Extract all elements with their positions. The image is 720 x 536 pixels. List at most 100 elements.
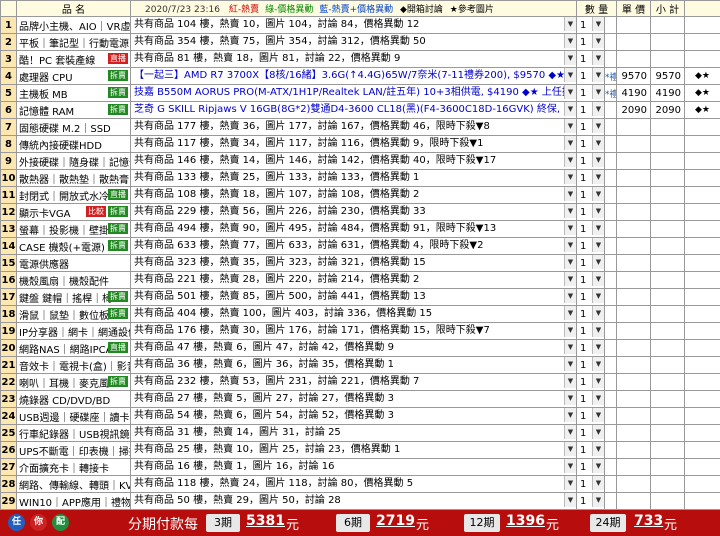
chevron-down-icon[interactable]: ▼ — [564, 408, 576, 422]
chevron-down-icon[interactable]: ▼ — [592, 187, 604, 201]
category-name[interactable]: USB週邊｜硬碟座｜讀卡機 — [16, 407, 131, 425]
quantity-select[interactable]: 1▼ — [576, 237, 605, 255]
chevron-down-icon[interactable]: ▼ — [564, 68, 576, 82]
chevron-down-icon[interactable]: ▼ — [564, 17, 576, 31]
quantity-select[interactable]: 1▼ — [576, 322, 605, 340]
chevron-down-icon[interactable]: ▼ — [564, 119, 576, 133]
chevron-down-icon[interactable]: ▼ — [564, 476, 576, 490]
chevron-down-icon[interactable]: ▼ — [592, 476, 604, 490]
category-name[interactable]: 鍵盤 鍵帽｜搖桿｜椅 拆賣 — [16, 288, 131, 306]
category-tag[interactable]: 直播 — [108, 342, 128, 353]
quantity-select[interactable]: 1▼ — [576, 50, 605, 68]
category-name[interactable]: 主機板 MB 拆賣 — [16, 84, 131, 102]
quantity-select[interactable]: 1▼ — [576, 186, 605, 204]
chevron-down-icon[interactable]: ▼ — [592, 442, 604, 456]
icon-ren[interactable]: 任 — [8, 514, 25, 531]
chevron-down-icon[interactable]: ▼ — [564, 221, 576, 235]
quantity-select[interactable]: 1▼ — [576, 101, 605, 119]
category-name[interactable]: 處理器 CPU 拆賣 — [16, 67, 131, 85]
product-select[interactable]: 共有商品 501 樓，熱賣 85，圖片 500，討論 441，價格異動 13 ▼ — [130, 288, 577, 306]
chevron-down-icon[interactable]: ▼ — [592, 102, 604, 116]
category-name[interactable]: WIN10｜APP應用｜禮物卡 — [16, 492, 131, 510]
chevron-down-icon[interactable]: ▼ — [592, 340, 604, 354]
category-name[interactable]: 介面擴充卡｜轉接卡 — [16, 458, 131, 476]
product-select[interactable]: 共有商品 54 樓，熱賣 6，圖片 54，討論 52，價格異動 3 ▼ — [130, 407, 577, 425]
category-tag[interactable]: 拆賣 — [108, 223, 128, 234]
chevron-down-icon[interactable]: ▼ — [592, 272, 604, 286]
chevron-down-icon[interactable]: ▼ — [592, 170, 604, 184]
product-select[interactable]: 共有商品 177 樓，熱賣 36，圖片 177，討論 167，價格異動 46，限… — [130, 118, 577, 136]
product-select[interactable]: 共有商品 117 樓，熱賣 34，圖片 117，討論 116，價格異動 9，限時… — [130, 135, 577, 153]
chevron-down-icon[interactable]: ▼ — [564, 459, 576, 473]
chevron-down-icon[interactable]: ▼ — [564, 204, 576, 218]
category-name[interactable]: 封閉式｜開放式水冷 直播 — [16, 186, 131, 204]
quantity-select[interactable]: 1▼ — [576, 339, 605, 357]
category-name[interactable]: 音效卡｜電視卡(盒)｜影音 — [16, 356, 131, 374]
category-name[interactable]: CASE 機殼(+電源) 拆賣 — [16, 237, 131, 255]
category-name[interactable]: 行車紀錄器｜USB視訊鏡頭 — [16, 424, 131, 442]
chevron-down-icon[interactable]: ▼ — [564, 34, 576, 48]
chevron-down-icon[interactable]: ▼ — [592, 238, 604, 252]
category-name[interactable]: 機殼風扇｜機殼配件 — [16, 271, 131, 289]
chevron-down-icon[interactable]: ▼ — [592, 323, 604, 337]
category-name[interactable]: 網路NAS｜網路IPCAM 直播 — [16, 339, 131, 357]
chevron-down-icon[interactable]: ▼ — [592, 255, 604, 269]
chevron-down-icon[interactable]: ▼ — [564, 85, 576, 99]
chevron-down-icon[interactable]: ▼ — [564, 442, 576, 456]
quantity-select[interactable]: 1▼ — [576, 220, 605, 238]
chevron-down-icon[interactable]: ▼ — [592, 17, 604, 31]
product-select[interactable]: 共有商品 404 樓，熱賣 100，圖片 403，討論 336，價格異動 15 ▼ — [130, 305, 577, 323]
product-select[interactable]: 共有商品 108 樓，熱賣 18，圖片 107，討論 108，價格異動 2 ▼ — [130, 186, 577, 204]
category-name[interactable]: UPS不斷電｜印表機｜掃描 — [16, 441, 131, 459]
chevron-down-icon[interactable]: ▼ — [564, 425, 576, 439]
chevron-down-icon[interactable]: ▼ — [564, 136, 576, 150]
quantity-select[interactable]: 1▼ — [576, 373, 605, 391]
quantity-select[interactable]: 1▼ — [576, 475, 605, 493]
category-name[interactable]: 品牌小主機、AIO｜VR虛擬 — [16, 16, 131, 34]
chevron-down-icon[interactable]: ▼ — [564, 323, 576, 337]
category-tag[interactable]: 拆賣 — [108, 206, 128, 217]
chevron-down-icon[interactable]: ▼ — [564, 51, 576, 65]
quantity-select[interactable]: 1▼ — [576, 152, 605, 170]
product-select[interactable]: 共有商品 633 樓，熱賣 77，圖片 633，討論 631，價格異動 4，限時… — [130, 237, 577, 255]
chevron-down-icon[interactable]: ▼ — [564, 187, 576, 201]
product-select[interactable]: 共有商品 16 樓，熱賣 1，圖片 16，討論 16 ▼ — [130, 458, 577, 476]
category-name[interactable]: 螢幕｜投影機｜壁掛 拆賣 — [16, 220, 131, 238]
quantity-select[interactable]: 1▼ — [576, 33, 605, 51]
chevron-down-icon[interactable]: ▼ — [592, 425, 604, 439]
chevron-down-icon[interactable]: ▼ — [592, 408, 604, 422]
category-name[interactable]: 喇叭｜耳機｜麥克風 拆賣 — [16, 373, 131, 391]
chevron-down-icon[interactable]: ▼ — [592, 153, 604, 167]
chevron-down-icon[interactable]: ▼ — [564, 153, 576, 167]
category-name[interactable]: 滑鼠｜鼠墊｜數位板 拆賣 — [16, 305, 131, 323]
product-select[interactable]: 共有商品 232 樓，熱賣 53，圖片 231，討論 221，價格異動 7 ▼ — [130, 373, 577, 391]
quantity-select[interactable]: 1▼ — [576, 424, 605, 442]
chevron-down-icon[interactable]: ▼ — [564, 374, 576, 388]
category-name[interactable]: 酷！PC 套裝產線 直播 — [16, 50, 131, 68]
product-select[interactable]: 共有商品 176 樓，熱賣 30，圖片 176，討論 171，價格異動 15，限… — [130, 322, 577, 340]
category-name[interactable]: 顯示卡VGA 比較 拆賣 — [16, 203, 131, 221]
product-select[interactable]: 共有商品 31 樓，熱賣 14，圖片 31，討論 25 ▼ — [130, 424, 577, 442]
quantity-select[interactable]: 1▼ — [576, 254, 605, 272]
product-select[interactable]: 共有商品 323 樓，熱賣 35，圖片 323，討論 321，價格異動 15 ▼ — [130, 254, 577, 272]
product-select[interactable]: 共有商品 146 樓，熱賣 14，圖片 146，討論 142，價格異動 40，限… — [130, 152, 577, 170]
category-name[interactable]: 平板｜筆記型｜行動電源 — [16, 33, 131, 51]
category-name[interactable]: 網路、傳輸線、轉頭｜KVM — [16, 475, 131, 493]
chevron-down-icon[interactable]: ▼ — [564, 306, 576, 320]
chevron-down-icon[interactable]: ▼ — [592, 136, 604, 150]
chevron-down-icon[interactable]: ▼ — [564, 289, 576, 303]
product-select[interactable]: 芝奇 G SKILL Ripjaws V 16GB(8G*2)雙通D4-3600… — [130, 101, 577, 119]
category-name[interactable]: 燒錄器 CD/DVD/BD — [16, 390, 131, 408]
chevron-down-icon[interactable]: ▼ — [592, 289, 604, 303]
category-tag[interactable]: 拆賣 — [108, 308, 128, 319]
chevron-down-icon[interactable]: ▼ — [592, 204, 604, 218]
category-tag[interactable]: 拆賣 — [108, 240, 128, 251]
quantity-select[interactable]: 1▼ — [576, 84, 605, 102]
category-name[interactable]: 固態硬碟 M.2｜SSD — [16, 118, 131, 136]
quantity-select[interactable]: 1▼ — [576, 305, 605, 323]
category-name[interactable]: 外接硬碟｜隨身碟｜記憶卡 — [16, 152, 131, 170]
chevron-down-icon[interactable]: ▼ — [564, 272, 576, 286]
chevron-down-icon[interactable]: ▼ — [564, 102, 576, 116]
chevron-down-icon[interactable]: ▼ — [592, 493, 604, 507]
product-select[interactable]: 共有商品 229 樓，熱賣 56，圖片 226，討論 230，價格異動 33 ▼ — [130, 203, 577, 221]
